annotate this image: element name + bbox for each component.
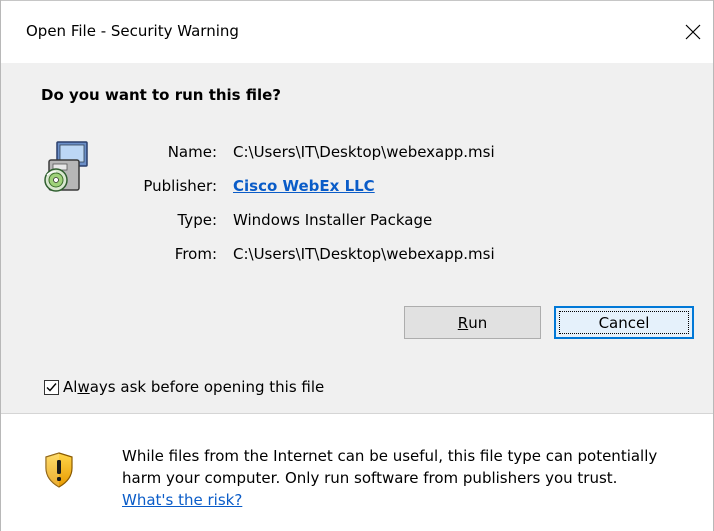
close-icon (685, 24, 701, 40)
run-button[interactable]: Run (404, 306, 541, 339)
file-type-value: Windows Installer Package (233, 211, 433, 229)
security-warning-dialog: Open File - Security Warning Do you want… (0, 0, 714, 531)
window-title: Open File - Security Warning (26, 22, 239, 40)
always-ask-checkbox[interactable] (44, 379, 59, 395)
file-name-value: C:\Users\IT\Desktop\webexapp.msi (233, 143, 495, 161)
checkmark-icon (46, 382, 57, 392)
question-heading: Do you want to run this file? (41, 86, 281, 104)
installer-package-icon (44, 141, 88, 192)
file-name-label: Name: (167, 143, 217, 161)
always-ask-label-suffix: ays ask before opening this file (89, 378, 325, 396)
cancel-button[interactable]: Cancel (554, 306, 694, 339)
warning-message: While files from the Internet can be use… (122, 445, 712, 511)
title-bar: Open File - Security Warning (1, 0, 713, 63)
whats-the-risk-link[interactable]: What's the risk? (122, 491, 242, 509)
always-ask-label-accesskey: w (77, 378, 90, 396)
warning-shield-icon (45, 452, 73, 488)
publisher-label: Publisher: (143, 177, 217, 195)
cancel-button-label: Cancel (598, 313, 650, 332)
warning-line-1: While files from the Internet can be use… (122, 447, 658, 465)
file-source-value: C:\Users\IT\Desktop\webexapp.msi (233, 245, 495, 263)
file-type-label: Type: (177, 211, 217, 229)
always-ask-option[interactable]: Al w ays ask before opening this file (44, 376, 324, 398)
run-button-suffix: un (468, 313, 488, 332)
run-button-accesskey: R (457, 313, 469, 332)
warning-panel: While files from the Internet can be use… (1, 414, 713, 531)
publisher-link[interactable]: Cisco WebEx LLC (233, 175, 375, 197)
always-ask-label-prefix: Al (63, 378, 78, 396)
warning-line-2: harm your computer. Only run software fr… (122, 469, 618, 487)
file-source-label: From: (174, 245, 217, 263)
close-button[interactable] (673, 13, 713, 51)
